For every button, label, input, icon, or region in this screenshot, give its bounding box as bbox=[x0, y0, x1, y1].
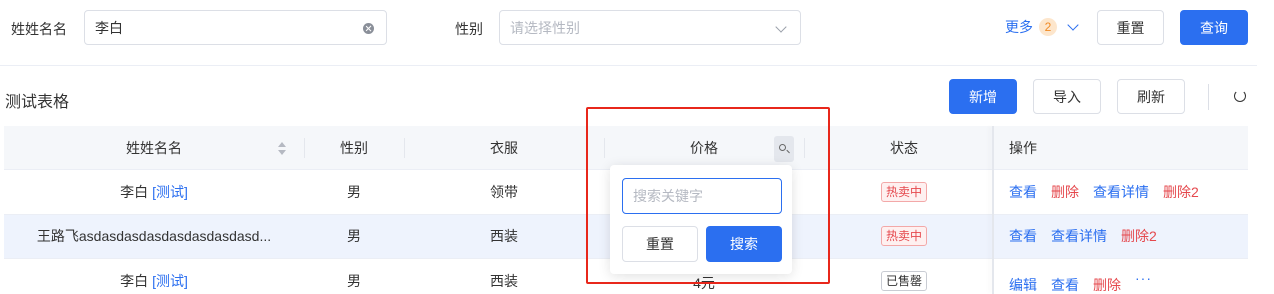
view-link[interactable]: 查看 bbox=[1009, 226, 1037, 246]
test-tag[interactable]: [测试] bbox=[152, 182, 188, 202]
chevron-down-icon bbox=[775, 21, 787, 33]
column-search-button[interactable] bbox=[774, 136, 794, 162]
view-link[interactable]: 查看 bbox=[1051, 275, 1079, 294]
header-status: 状态 bbox=[890, 139, 918, 156]
delete2-link[interactable]: 删除2 bbox=[1121, 226, 1157, 246]
sort-icon[interactable] bbox=[277, 140, 287, 156]
edit-link[interactable]: 编辑 bbox=[1009, 275, 1037, 294]
header-actions: 操作 bbox=[1009, 139, 1037, 156]
cell-gender: 男 bbox=[347, 183, 361, 200]
cell-name: 李白 bbox=[120, 183, 149, 200]
name-filter-label: 姓姓名名 bbox=[11, 21, 67, 37]
chevron-down-icon bbox=[1067, 19, 1079, 31]
header-name: 姓姓名名 bbox=[126, 139, 182, 156]
cell-clothes: 领带 bbox=[490, 183, 518, 200]
toolbar-separator bbox=[1208, 84, 1209, 110]
reset-button[interactable]: 重置 bbox=[1097, 10, 1164, 45]
header-clothes: 衣服 bbox=[490, 139, 518, 156]
cell-gender: 男 bbox=[347, 228, 361, 245]
cell-clothes: 西装 bbox=[490, 228, 518, 245]
status-badge: 热卖中 bbox=[880, 181, 927, 202]
cell-gender: 男 bbox=[347, 273, 361, 290]
table-header: 姓姓名名 性别 衣服 价格 状态 操作 bbox=[4, 126, 1248, 170]
header-gender: 性别 bbox=[340, 139, 368, 156]
status-badge: 热卖中 bbox=[880, 226, 927, 247]
more-count-badge: 2 bbox=[1039, 18, 1057, 36]
table-title: 测试表格 bbox=[5, 94, 70, 111]
view-link[interactable]: 查看 bbox=[1009, 182, 1037, 202]
cell-clothes: 西装 bbox=[490, 273, 518, 290]
clear-icon[interactable] bbox=[363, 23, 374, 34]
delete2-link[interactable]: 删除2 bbox=[1163, 182, 1199, 202]
gender-select[interactable]: 请选择性别 bbox=[499, 10, 801, 45]
add-button[interactable]: 新增 bbox=[949, 79, 1017, 114]
popover-search-button[interactable]: 搜索 bbox=[706, 226, 782, 262]
more-filters-toggle[interactable]: 更多 2 bbox=[1005, 17, 1079, 37]
search-icon bbox=[779, 144, 786, 151]
divider bbox=[0, 65, 1257, 66]
popover-reset-button[interactable]: 重置 bbox=[622, 226, 698, 262]
fixed-column-shadow bbox=[992, 126, 994, 294]
more-actions-icon[interactable]: ··· bbox=[1135, 270, 1152, 286]
test-tag[interactable]: [测试] bbox=[152, 271, 188, 291]
more-label: 更多 bbox=[1005, 19, 1033, 35]
name-filter-value: 李白 bbox=[95, 19, 123, 36]
name-filter-input[interactable]: 李白 bbox=[84, 10, 387, 45]
status-badge: 已售罄 bbox=[880, 271, 927, 292]
view-detail-link[interactable]: 查看详情 bbox=[1051, 226, 1107, 246]
gender-select-placeholder: 请选择性别 bbox=[510, 19, 580, 36]
gender-filter-label: 性别 bbox=[455, 21, 483, 37]
delete-link[interactable]: 删除 bbox=[1093, 275, 1121, 294]
delete-link[interactable]: 删除 bbox=[1051, 182, 1079, 202]
view-detail-link[interactable]: 查看详情 bbox=[1093, 182, 1149, 202]
cell-name: 王路飞asdasdasdasdasdasdasdasd... bbox=[36, 228, 272, 245]
cell-name: 李白 bbox=[120, 273, 149, 290]
column-search-popover: 搜索关键字 重置 搜索 bbox=[610, 165, 792, 274]
refresh-button[interactable]: 刷新 bbox=[1117, 79, 1185, 114]
keyword-search-input[interactable]: 搜索关键字 bbox=[622, 178, 782, 214]
reload-icon[interactable] bbox=[1234, 90, 1246, 102]
query-button[interactable]: 查询 bbox=[1180, 10, 1248, 45]
import-button[interactable]: 导入 bbox=[1033, 79, 1101, 114]
